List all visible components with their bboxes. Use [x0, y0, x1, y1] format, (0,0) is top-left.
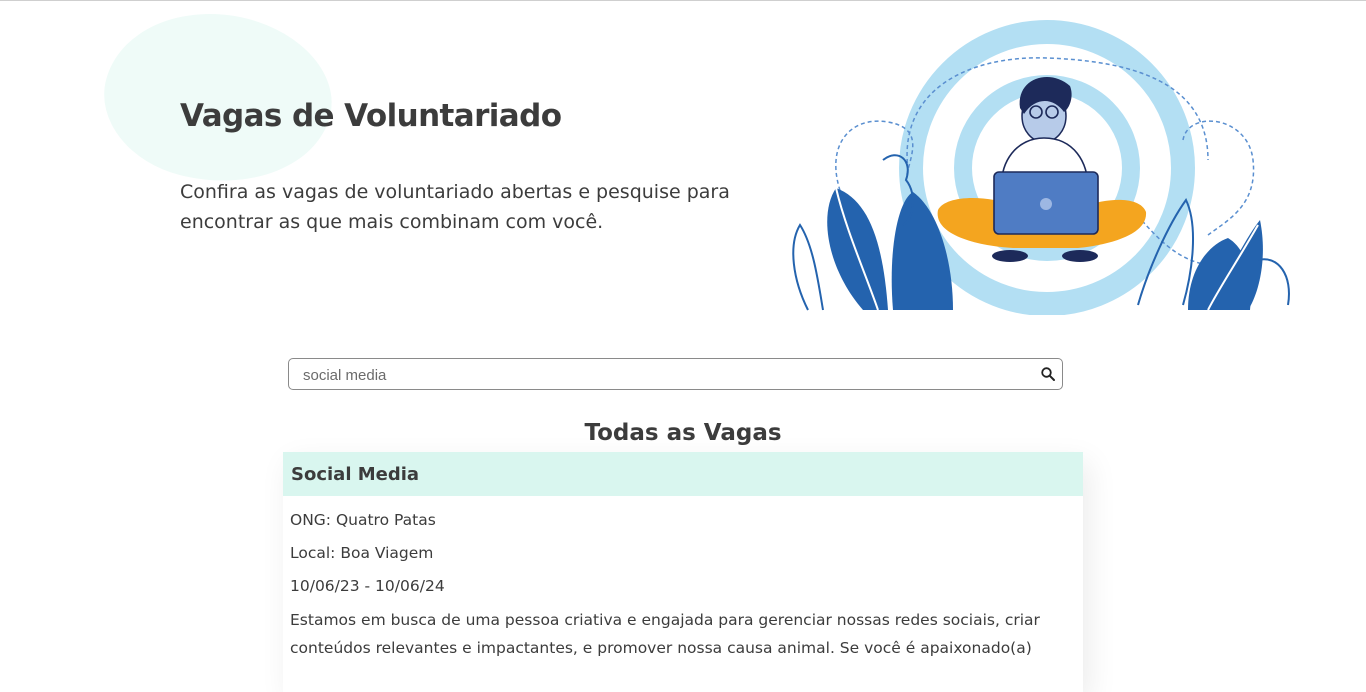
job-ong: ONG: Quatro Patas [290, 511, 436, 529]
job-title: Social Media [291, 463, 420, 485]
job-card[interactable]: Social Media ONG: Quatro Patas Local: Bo… [283, 452, 1083, 692]
page-title: Vagas de Voluntariado [180, 98, 562, 134]
search-input[interactable] [303, 364, 1023, 386]
job-dates: 10/06/23 - 10/06/24 [290, 577, 445, 595]
volunteer-laptop-illustration [792, 20, 1290, 315]
job-card-body: ONG: Quatro Patas Local: Boa Viagem 10/0… [283, 496, 1083, 662]
top-border [0, 0, 1366, 1]
search-icon[interactable] [1040, 366, 1056, 382]
section-title: Todas as Vagas [584, 420, 782, 446]
search-field[interactable] [288, 358, 1063, 390]
job-location: Local: Boa Viagem [290, 544, 434, 562]
job-card-header: Social Media [283, 452, 1083, 496]
job-description: Estamos em busca de uma pessoa criativa … [290, 611, 1040, 657]
page-subtitle: Confira as vagas de voluntariado abertas… [180, 181, 730, 233]
